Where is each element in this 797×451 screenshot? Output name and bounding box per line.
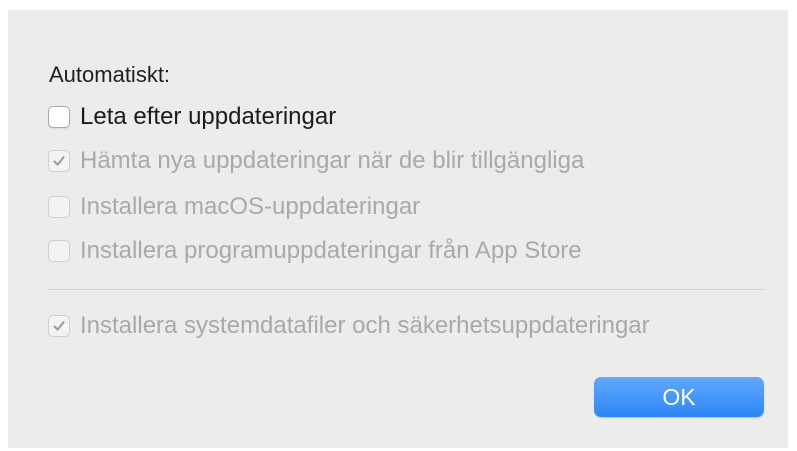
checkmark-icon [53,156,65,166]
install-macos-updates-label: Installera macOS-uppdateringar [80,193,421,220]
install-macos-updates-checkbox [48,196,70,218]
option-check-for-updates[interactable]: Leta efter uppdateringar [48,104,336,130]
checkmark-icon [53,321,65,331]
check-for-updates-checkbox[interactable] [48,106,70,128]
option-install-system-data-files: Installera systemdatafiler och säkerhets… [48,313,650,339]
option-install-macos-updates: Installera macOS-uppdateringar [48,194,420,220]
section-divider [48,289,765,290]
install-app-updates-checkbox [48,240,70,262]
software-update-dialog: Automatiskt: Leta efter uppdateringar Hä… [8,10,788,448]
check-for-updates-label[interactable]: Leta efter uppdateringar [80,104,336,130]
download-updates-checkbox [48,150,70,172]
download-updates-label: Hämta nya uppdateringar när de blir till… [80,147,585,174]
install-system-data-files-label: Installera systemdatafiler och säkerhets… [80,312,650,339]
install-app-updates-label: Installera programuppdateringar från App… [80,237,582,264]
section-heading: Automatiskt: [49,62,171,87]
install-system-data-files-checkbox [48,315,70,337]
option-download-updates: Hämta nya uppdateringar när de blir till… [48,148,584,174]
option-install-app-updates: Installera programuppdateringar från App… [48,238,582,264]
ok-button[interactable]: OK [594,377,764,417]
